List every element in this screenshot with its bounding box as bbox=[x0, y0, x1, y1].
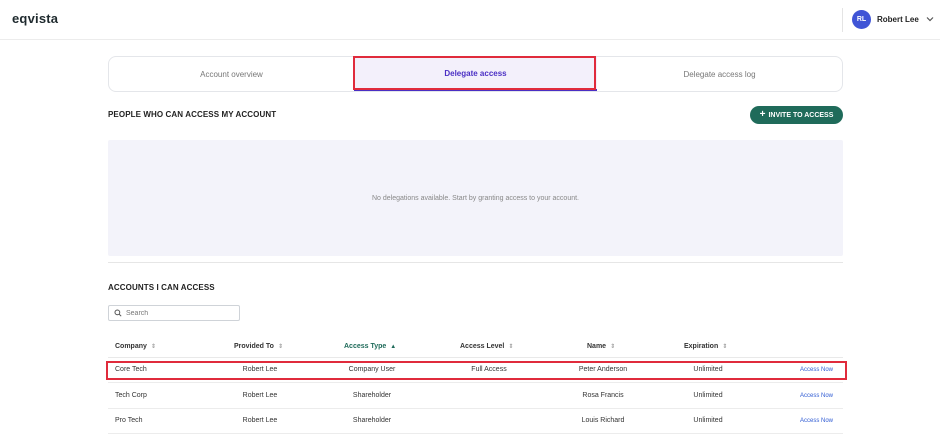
sort-icon: ⇕ bbox=[610, 343, 616, 350]
column-header-access-type[interactable]: Access Type ▲ bbox=[344, 343, 396, 350]
cell-provided-to: Robert Lee bbox=[242, 366, 278, 373]
avatar[interactable]: RL bbox=[852, 9, 871, 29]
sort-icon: ⇕ bbox=[722, 343, 728, 350]
table-row: Core Tech Robert Lee Company User Full A… bbox=[108, 358, 843, 383]
access-now-link[interactable]: Access Now bbox=[800, 418, 833, 424]
sort-icon: ⇕ bbox=[150, 343, 156, 350]
cell-name: Rosa Francis bbox=[582, 392, 624, 399]
tab-account-overview[interactable]: Account overview bbox=[109, 57, 354, 91]
search-input[interactable] bbox=[126, 309, 236, 317]
app-logo[interactable]: eqvista bbox=[12, 11, 58, 26]
cell-name: Peter Anderson bbox=[578, 366, 628, 373]
empty-message: No delegations available. Start by grant… bbox=[371, 194, 579, 202]
access-now-link[interactable]: Access Now bbox=[800, 393, 833, 399]
cell-expiration: Unlimited bbox=[693, 392, 723, 399]
invite-to-access-button[interactable]: + INVITE TO ACCESS bbox=[750, 106, 843, 124]
tab-delegate-access-log[interactable]: Delegate access log bbox=[597, 57, 842, 91]
accounts-section-title: ACCOUNTS I CAN ACCESS bbox=[108, 283, 215, 292]
column-header-provided-to[interactable]: Provided To ⇕ bbox=[234, 343, 283, 350]
sort-icon: ⇕ bbox=[277, 343, 283, 350]
table-row: Tech Corp Robert Lee Shareholder Rosa Fr… bbox=[108, 384, 843, 409]
cell-access-type: Shareholder bbox=[352, 417, 392, 424]
user-name[interactable]: Robert Lee bbox=[877, 15, 919, 24]
chevron-down-icon[interactable] bbox=[925, 14, 935, 24]
user-menu[interactable]: RL Robert Lee bbox=[852, 9, 935, 29]
sort-ascending-icon: ▲ bbox=[390, 343, 397, 350]
cell-access-type: Company User bbox=[348, 366, 396, 373]
tab-bar: Account overview Delegate access Delegat… bbox=[108, 56, 843, 92]
cell-company: Tech Corp bbox=[115, 392, 147, 399]
delegations-empty-state: No delegations available. Start by grant… bbox=[108, 140, 843, 256]
invite-button-label: INVITE TO ACCESS bbox=[768, 111, 834, 119]
cell-access-level: Full Access bbox=[471, 366, 507, 373]
cell-company: Core Tech bbox=[115, 366, 147, 373]
search-icon bbox=[114, 309, 122, 317]
user-divider bbox=[842, 8, 843, 32]
tab-delegate-access[interactable]: Delegate access bbox=[354, 57, 597, 91]
column-header-name[interactable]: Name ⇕ bbox=[587, 343, 615, 350]
access-now-link[interactable]: Access Now bbox=[800, 367, 833, 373]
cell-provided-to: Robert Lee bbox=[242, 392, 278, 399]
column-header-company[interactable]: Company ⇕ bbox=[115, 343, 156, 350]
cell-access-type: Shareholder bbox=[352, 392, 392, 399]
cell-expiration: Unlimited bbox=[693, 417, 723, 424]
sort-icon: ⇕ bbox=[508, 343, 514, 350]
search-box bbox=[108, 305, 240, 321]
top-bar: eqvista RL Robert Lee bbox=[0, 0, 940, 40]
cell-name: Louis Richard bbox=[581, 417, 625, 424]
column-header-expiration[interactable]: Expiration ⇕ bbox=[684, 343, 727, 350]
cell-provided-to: Robert Lee bbox=[242, 417, 278, 424]
table-row: Pro Tech Robert Lee Shareholder Louis Ri… bbox=[108, 409, 843, 434]
section-divider bbox=[108, 262, 843, 263]
people-section-title: PEOPLE WHO CAN ACCESS MY ACCOUNT bbox=[108, 110, 277, 119]
column-header-access-level[interactable]: Access Level ⇕ bbox=[460, 343, 513, 350]
cell-company: Pro Tech bbox=[115, 417, 143, 424]
cell-expiration: Unlimited bbox=[693, 366, 723, 373]
plus-icon: + bbox=[759, 109, 766, 120]
